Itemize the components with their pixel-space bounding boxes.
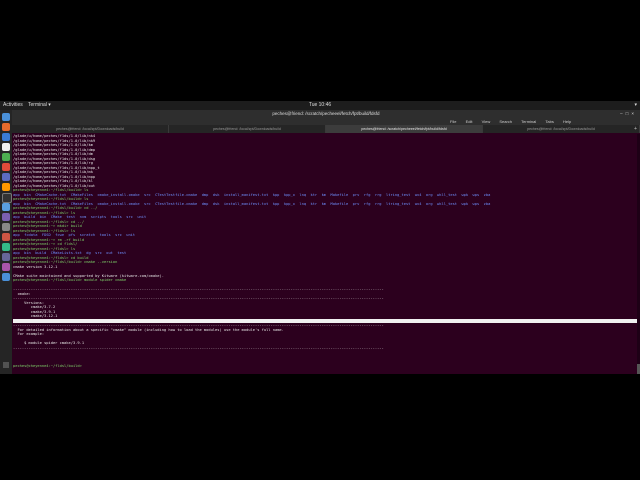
terminal-line-text: /glade/u/home/peches/f1ds/1.0/lib/kl	[13, 179, 93, 183]
terminal-line-text: peches@cheyenne4:~/fldsl/build> cmake --…	[13, 260, 118, 264]
terminal-line-text: peches@cheyenne4:~/fldsl/build> ls	[13, 197, 89, 201]
terminal-line-text: cmake version 3.12.1	[13, 264, 58, 269]
files-icon[interactable]	[2, 113, 10, 121]
editor-icon[interactable]	[2, 253, 10, 261]
top-bar: Activities Terminal ▾ Tue 10:46 ▾	[0, 101, 640, 110]
terminal-line-text: /glade/u/home/peches/f1ds/1.0/lib/mpp_t	[13, 165, 100, 170]
tab-4[interactable]: peches@friend: /local/zpt/Downloads/buil…	[483, 125, 640, 133]
menu-view[interactable]: View	[482, 119, 491, 124]
terminal-line-text: peches@cheyenne4:~/fldsl> cd build	[13, 255, 89, 260]
terminal-icon[interactable]	[2, 193, 12, 203]
menu-edit[interactable]: Edit	[466, 119, 473, 124]
close-icon[interactable]: ×	[631, 111, 637, 116]
terminal-line-text: /glade/u/home/peches/f1ds/1.0/lib/nk9	[13, 138, 96, 143]
new-tab-icon[interactable]: +	[634, 125, 637, 133]
terminal-line-text: peches@cheyenne4:~/fldsl> cd ../	[13, 219, 85, 224]
terminal-line-text: For detailed information about a specifi…	[13, 327, 284, 332]
terminal-line-text: /glade/u/home/peches/f1ds/1.0/lib/km	[13, 143, 93, 147]
terminal-line-text: /glade/u/home/peches/f1ds/1.0/lib/dmp	[13, 147, 96, 152]
terminal-line-text: /glade/u/home/peches/f1ds/1.0/lib/rg	[13, 161, 93, 165]
terminal-line: peches@cheyenne4:~/fldsl/build>	[13, 364, 637, 369]
terminal-line-text: /glade/u/home/peches/f1ds/1.0/lib/dm	[13, 152, 93, 156]
terminal-line-text: peches@cheyenne4:~/fldsl/build> module s…	[13, 278, 127, 282]
menu-bar: File Edit View Search Terminal Tabs Help	[12, 118, 640, 125]
terminal-line-text: peches@cheyenne4:~/fldsl> ls	[13, 210, 76, 215]
app-menu-terminal[interactable]: Terminal ▾	[28, 101, 51, 110]
music-icon[interactable]	[2, 233, 10, 241]
terminal-line-text: cmake/3.12.1	[13, 314, 58, 318]
tab-3-active[interactable]: peches@friend: /scratch/pecheeel/fetch/f…	[326, 125, 483, 133]
terminal-line-text: app fcdata FDSD fcwe pfs scratch tools s…	[13, 233, 136, 237]
terminal-line-text: /glade/u/home/peches/f1ds/1.0/lib/mk	[13, 170, 93, 174]
browser-icon[interactable]	[2, 273, 10, 281]
terminal-line-text: peches@cheyenne4:~/fldsl/build> ls	[13, 188, 89, 192]
amazon-icon[interactable]	[2, 183, 10, 191]
show-applications-icon[interactable]	[3, 362, 9, 368]
terminal-line-text: peches@cheyenne4:~/fldsl> ls	[13, 228, 76, 233]
dock	[0, 110, 12, 374]
video-icon[interactable]	[2, 263, 10, 271]
terminal-line-text: peches@cheyenne4:~/fldsl/build> cd ../	[13, 206, 98, 210]
window-titlebar[interactable]: peches@friend: /scratch/pecheeel/fetch/f…	[12, 110, 640, 118]
software-icon[interactable]	[2, 163, 10, 171]
thunderbird-icon[interactable]	[2, 133, 10, 141]
terminal-line-text: ----------------------------------------…	[13, 345, 384, 350]
chat-icon[interactable]	[2, 243, 10, 251]
writer-icon[interactable]	[2, 173, 10, 181]
window-title: peches@friend: /scratch/pecheeel/fetch/f…	[272, 111, 380, 116]
document-icon[interactable]	[2, 143, 10, 151]
terminal-line-text: CMake suite maintained and supported by …	[13, 273, 164, 278]
menu-search[interactable]: Search	[499, 119, 512, 124]
terminal-line-text: For example:	[13, 332, 45, 336]
terminal-line-text: app bin CMakeCache.txt CMakeFiles cmake_…	[13, 201, 491, 206]
terminal-line-text: peches@cheyenne4:~/fldsl> ls	[13, 246, 76, 251]
firefox-icon[interactable]	[2, 123, 10, 131]
terminal-window: peches@friend: /scratch/pecheeel/fetch/f…	[12, 110, 640, 374]
terminal-line-text: cmake/3.7.2	[13, 305, 56, 309]
terminal-line-text: peches@cheyenne4:~> mkdir build	[13, 224, 82, 228]
tab-1[interactable]: peches@friend: /local/zpt/Downloads/buil…	[12, 125, 169, 133]
terminal-line-text: $ module spider cmake/3.9.1	[13, 341, 85, 345]
terminal-line-text: peches@cheyenne4:~> cd fldsl/	[13, 242, 78, 246]
help-icon[interactable]	[2, 213, 10, 221]
menu-tabs[interactable]: Tabs	[545, 119, 553, 124]
terminal-line-text: ----------------------------------------…	[13, 323, 384, 327]
terminal-line-text: app bin CMakeCache.txt CMakeFiles cmake_…	[13, 192, 491, 197]
spreadsheet-icon[interactable]	[2, 153, 10, 161]
terminal-line-text: cmake/3.9.1	[13, 309, 56, 314]
menu-file[interactable]: File	[450, 119, 456, 124]
terminal-line-text: ----------------------------------------…	[13, 287, 384, 291]
terminal-output[interactable]: /glade/u/home/peches/f1ds/1.0/lib/nk4/gl…	[12, 134, 637, 374]
activities-button[interactable]: Activities	[3, 101, 23, 110]
tab-bar: peches@friend: /local/zpt/Downloads/buil…	[12, 125, 640, 133]
terminal-line-text: /glade/u/home/peches/f1ds/1.0/lib/dsg	[13, 156, 96, 161]
terminal-line-text: peches@cheyenne4:~/fldsl/build>	[13, 363, 85, 368]
terminal-line-text: app bin build CMakeLists.txt dg src out …	[13, 251, 127, 255]
trash-icon[interactable]	[2, 223, 10, 231]
terminal-line-text: /glade/u/home/peches/f1ds/1.0/lib/nk4	[13, 134, 96, 138]
terminal-line-text: Versions:	[13, 300, 45, 305]
settings-icon[interactable]	[2, 203, 10, 211]
menu-help[interactable]: Help	[563, 119, 571, 124]
terminal-line-text: peches@cheyenne4:~> rm -rf build	[13, 237, 85, 242]
clock[interactable]: Tue 10:46	[300, 101, 340, 110]
system-tray[interactable]: ▾	[634, 101, 637, 110]
desktop-screen: Activities Terminal ▾ Tue 10:46 ▾ peches…	[0, 101, 640, 374]
terminal-line-text: /glade/u/home/peches/f1ds/1.0/lib/mpp	[13, 174, 96, 179]
menu-terminal[interactable]: Terminal	[521, 119, 536, 124]
terminal-line-text: /glade/u/home/peches/f1ds/1.0/lib/out	[13, 183, 96, 188]
tab-2[interactable]: peches@friend: /local/zpt/Downloads/buil…	[169, 125, 326, 133]
terminal-line-text: app build bin CMake test nvm scripts too…	[13, 215, 147, 219]
terminal-line-text: cmake:	[13, 291, 31, 296]
terminal-line-text: ----------------------------------------…	[13, 296, 384, 300]
